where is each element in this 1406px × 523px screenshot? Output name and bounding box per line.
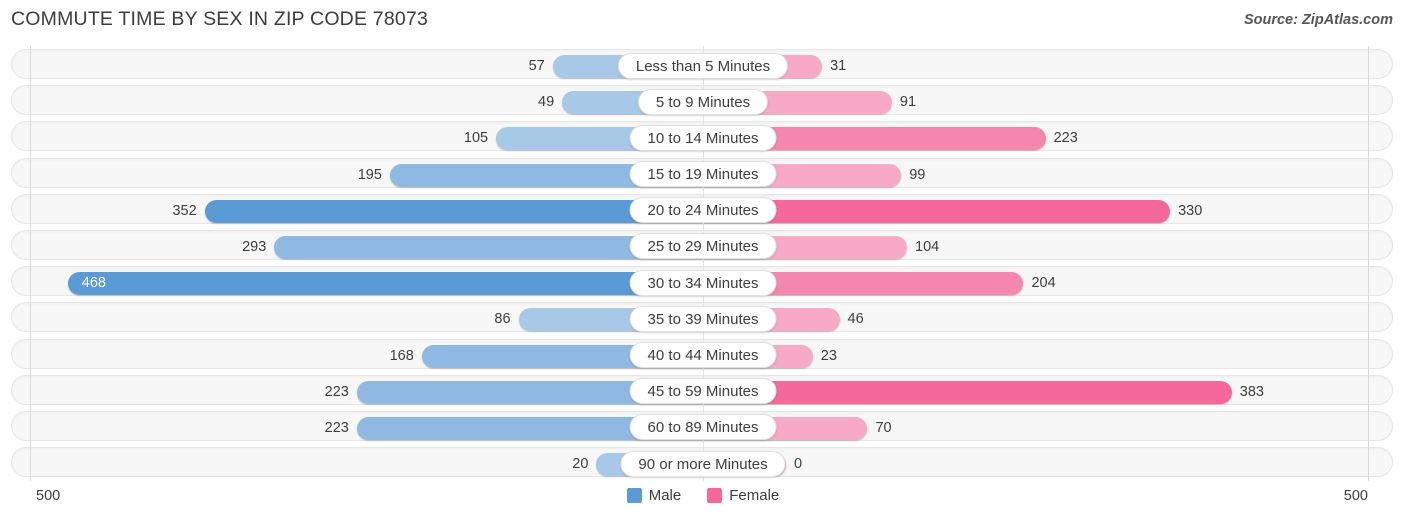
legend-label: Male bbox=[648, 487, 682, 504]
bar-value-female: 223 bbox=[1053, 130, 1078, 147]
bar-value-male: 352 bbox=[172, 202, 197, 219]
category-label-pill: 5 to 9 Minutes bbox=[637, 88, 769, 115]
bar-row: 195 99 15 to 19 Minutes bbox=[0, 155, 1406, 191]
bar-row: 105 223 10 to 14 Minutes bbox=[0, 118, 1406, 154]
category-label-pill: 15 to 19 Minutes bbox=[629, 161, 777, 188]
bar-value-male: 20 bbox=[572, 456, 589, 473]
bar-rows: 57 31 Less than 5 Minutes 49 91 5 to 9 Minute… bbox=[0, 46, 1406, 480]
bar-row: 468 204 30 to 34 Minutes bbox=[0, 263, 1406, 299]
category-label-pill: 90 or more Minutes bbox=[620, 450, 786, 477]
category-label-pill: 25 to 29 Minutes bbox=[629, 233, 777, 260]
bar-row: 293 104 25 to 29 Minutes bbox=[0, 227, 1406, 263]
bar-value-female: 330 bbox=[1178, 202, 1203, 219]
bar-value-male: 49 bbox=[538, 94, 555, 111]
category-label-pill: 60 to 89 Minutes bbox=[629, 414, 777, 441]
bar-value-female: 91 bbox=[899, 94, 917, 111]
bar-female[interactable] bbox=[703, 380, 1232, 404]
legend-item-male[interactable]: Male bbox=[626, 487, 682, 504]
category-label-pill: 10 to 14 Minutes bbox=[629, 124, 777, 151]
source-label: Source: ZipAtlas.com bbox=[1243, 12, 1393, 28]
bar-value-female: 383 bbox=[1239, 383, 1264, 400]
bar-row: 168 23 40 to 44 Minutes bbox=[0, 336, 1406, 372]
legend-swatch-icon bbox=[707, 488, 723, 503]
bar-row: 49 91 5 to 9 Minutes bbox=[0, 82, 1406, 118]
chart-legend: Male Female bbox=[0, 487, 1406, 504]
bar-value-male: 223 bbox=[324, 419, 349, 436]
page-title: COMMUTE TIME BY SEX IN ZIP CODE 78073 bbox=[11, 8, 429, 30]
chart-page: COMMUTE TIME BY SEX IN ZIP CODE 78073 So… bbox=[0, 0, 1406, 523]
category-label-pill: 30 to 34 Minutes bbox=[629, 269, 777, 296]
bar-value-female: 23 bbox=[820, 347, 837, 364]
category-label-pill: 20 to 24 Minutes bbox=[629, 197, 777, 224]
bar-value-female: 31 bbox=[830, 58, 847, 74]
bar-value-male: 86 bbox=[494, 311, 511, 328]
bar-male[interactable] bbox=[67, 272, 703, 296]
bar-row: 223 70 60 to 89 Minutes bbox=[0, 408, 1406, 444]
chart-footer: 500 500 Male Female bbox=[0, 481, 1406, 523]
legend-swatch-icon bbox=[626, 488, 642, 503]
bar-value-female: 46 bbox=[847, 311, 864, 328]
category-label-pill: 35 to 39 Minutes bbox=[629, 305, 777, 332]
bar-value-male: 223 bbox=[324, 383, 349, 400]
bar-value-male: 168 bbox=[389, 347, 414, 364]
bar-row: 57 31 Less than 5 Minutes bbox=[0, 46, 1406, 82]
bar-value-female: 99 bbox=[909, 166, 926, 183]
bar-row: 223 383 45 to 59 Minutes bbox=[0, 372, 1406, 408]
category-label-pill: Less than 5 Minutes bbox=[617, 52, 789, 79]
category-label-pill: 40 to 44 Minutes bbox=[629, 342, 777, 368]
legend-label: Female bbox=[729, 487, 780, 504]
bar-row: 352 330 20 to 24 Minutes bbox=[0, 191, 1406, 227]
bar-value-male: 195 bbox=[357, 166, 382, 183]
bar-value-male: 105 bbox=[463, 130, 489, 147]
bar-value-female: 104 bbox=[915, 238, 940, 255]
bar-value-male: 57 bbox=[528, 58, 545, 74]
bar-row: 86 46 35 to 39 Minutes bbox=[0, 299, 1406, 335]
bar-value-female: 0 bbox=[794, 456, 803, 473]
bar-value-male: 468 bbox=[81, 275, 106, 292]
bar-value-female: 204 bbox=[1031, 275, 1056, 292]
bar-male[interactable] bbox=[204, 199, 703, 223]
chart-plot-area: 57 31 Less than 5 Minutes 49 91 5 to 9 Minute… bbox=[0, 46, 1406, 481]
bar-row: 20 0 90 or more Minutes bbox=[0, 444, 1406, 480]
bar-value-male: 293 bbox=[242, 238, 267, 255]
chart-header: COMMUTE TIME BY SEX IN ZIP CODE 78073 So… bbox=[0, 0, 1406, 44]
bar-value-female: 70 bbox=[875, 419, 892, 436]
category-label-pill: 45 to 59 Minutes bbox=[629, 378, 777, 405]
legend-item-female[interactable]: Female bbox=[707, 487, 779, 504]
